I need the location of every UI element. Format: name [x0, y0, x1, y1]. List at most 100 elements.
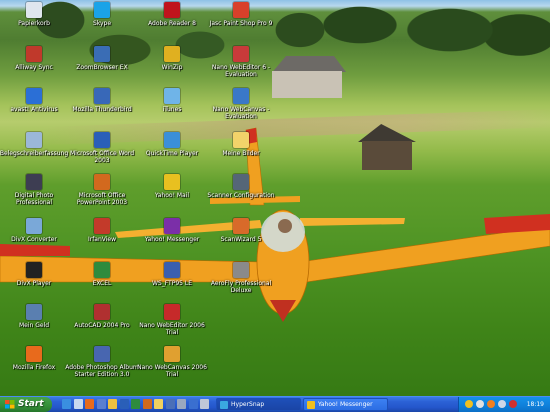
desktop-icon-nano-webcanvas-eval[interactable]: Nano WebCanvas - Evaluation [203, 88, 279, 120]
desktop-icon-label: Meine Bilder [222, 150, 260, 157]
ftp-icon [164, 262, 180, 278]
yahoo-messenger-icon [307, 401, 315, 409]
yahoo-messenger-icon [164, 218, 180, 234]
money-icon [26, 304, 42, 320]
desktop-icon-label: avast! Antivirus [10, 106, 58, 113]
yahoo-mail-icon [164, 174, 180, 190]
autocad-icon [94, 304, 110, 320]
folder-icon [233, 132, 249, 148]
desktop-icon-label: Mozilla Thunderbird [72, 106, 132, 113]
volume-tray-icon[interactable] [498, 400, 506, 408]
desktop-icon-excel[interactable]: EXCEL [64, 262, 140, 287]
desktop-icon-irfanview[interactable]: IrfanView [64, 218, 140, 243]
desktop-icon-label: Mozilla Firefox [12, 364, 56, 371]
desktop-icon-label: Adobe Photoshop Album Starter Edition 3.… [65, 364, 139, 378]
thunderbird-icon[interactable] [96, 399, 106, 409]
desktop-icon-firefox[interactable]: Mozilla Firefox [0, 346, 72, 371]
taskbar-button-yahoo-messenger[interactable]: Yahoo! Messenger [303, 398, 388, 411]
outlook-icon[interactable] [108, 399, 117, 409]
media-icon[interactable] [165, 399, 175, 409]
desktop-icon-label: Microsoft Office PowerPoint 2003 [76, 192, 128, 206]
excel-icon [94, 262, 110, 278]
desktop-icon-label: Nano WebCanvas 2006 Trial [137, 364, 207, 378]
firefox-icon [26, 346, 42, 362]
desktop-icon-quicktime[interactable]: QuickTime Player [134, 132, 210, 157]
desktop-icon-label: AutoCAD 2004 Pro [74, 322, 130, 329]
help-icon[interactable] [188, 399, 198, 409]
recycle-bin-icon [26, 2, 42, 18]
desktop-icon-nano-webcanvas[interactable]: Nano WebCanvas 2006 Trial [134, 346, 210, 378]
explorer-icon[interactable] [154, 399, 163, 409]
desktop-icon-photoshop-album[interactable]: Adobe Photoshop Album Starter Edition 3.… [64, 346, 140, 378]
desktop-icon-label: Nano WebEditor 6 - Evaluation [211, 64, 271, 78]
photoshop-album-icon [94, 346, 110, 362]
taskbar: Start HyperSnapYahoo! Messenger DE 18:19 [0, 396, 550, 412]
desktop-icon-antivirus[interactable]: avast! Antivirus [0, 88, 72, 113]
desktop-icon-winzip[interactable]: WinZip [134, 46, 210, 71]
desktop-icon-label: EXCEL [92, 280, 112, 287]
desktop-icon-nano-webeditor[interactable]: Nano WebEditor 2006 Trial [134, 304, 210, 336]
word-icon[interactable] [119, 399, 129, 409]
desktop-icon-label: Digital Photo Professional [14, 192, 54, 206]
desktop-icon-aerofly[interactable]: AeroFly Professional Deluxe [203, 262, 279, 294]
desktop-icon-divx-converter[interactable]: DivX Converter [0, 218, 72, 243]
desktop-icon-label: DivX Converter [11, 236, 57, 243]
desktop-icon-label: Yahoo! Mail [154, 192, 190, 199]
clock[interactable]: 18:19 [527, 397, 544, 412]
desktop-icon-skype[interactable]: Skype [64, 2, 140, 27]
desktop-icon-paint-shop[interactable]: Jasc Paint Shop Pro 9 [203, 2, 279, 27]
desktop-icon-itunes[interactable]: iTunes [134, 88, 210, 113]
nano-webcanvas-eval-icon [233, 88, 249, 104]
desktop-icon-label: WinZip [161, 64, 183, 71]
desktop-icon-label: Skype [92, 20, 112, 27]
desktop-icon-sync[interactable]: Alliway Sync [0, 46, 72, 71]
desktop-icon-thunderbird[interactable]: Mozilla Thunderbird [64, 88, 140, 113]
desktop-icon-nano-webeditor-eval[interactable]: Nano WebEditor 6 - Evaluation [203, 46, 279, 78]
desktop-icon-zoombrowser[interactable]: ZoomBrowser EX [64, 46, 140, 71]
desktop-icon-powerpoint[interactable]: Microsoft Office PowerPoint 2003 [64, 174, 140, 206]
antivirus-tray-icon[interactable] [487, 400, 495, 408]
powerpoint-icon [94, 174, 110, 190]
desktop-icon[interactable] [73, 399, 83, 409]
network-tray-icon[interactable] [476, 400, 484, 408]
desktop-icon-camera[interactable]: Digital Photo Professional [0, 174, 72, 206]
firefox-icon[interactable] [85, 399, 94, 409]
taskbar-button-hypersnap[interactable]: HyperSnap [216, 398, 301, 411]
desktop-icon-label: iTunes [162, 106, 182, 113]
desktop-icon-autocad[interactable]: AutoCAD 2004 Pro [64, 304, 140, 329]
windows-flag-icon [5, 400, 15, 409]
word-icon [94, 132, 110, 148]
desktop-icon-recycle-bin[interactable]: Papierkorb [0, 2, 72, 27]
divx-converter-icon [26, 218, 42, 234]
desktop-icon-folder[interactable]: Meine Bilder [203, 132, 279, 157]
security-tray-icon[interactable] [509, 400, 517, 408]
document-icon [26, 132, 42, 148]
settings-icon[interactable] [200, 399, 209, 409]
desktop-icon-label: Mein Geld [18, 322, 50, 329]
skype-icon [94, 2, 110, 18]
desktop-icon-label: IrfanView [87, 236, 117, 243]
desktop-icon-money[interactable]: Mein Geld [0, 304, 72, 329]
yahoo-tray-icon[interactable] [465, 400, 473, 408]
calculator-icon[interactable] [177, 399, 186, 409]
antivirus-icon [26, 88, 42, 104]
excel-icon[interactable] [131, 399, 140, 409]
aerofly-icon [233, 262, 249, 278]
desktop-icon-word[interactable]: Microsoft Office Word 2003 [64, 132, 140, 164]
powerpoint-icon[interactable] [142, 399, 152, 409]
desktop-icon-adobe-reader[interactable]: Adobe Reader 8 [134, 2, 210, 27]
desktop-icon-divx-player[interactable]: DivX Player [0, 262, 72, 287]
winzip-icon [164, 46, 180, 62]
desktop-icon-document[interactable]: Belegschreiberfassung [0, 132, 72, 157]
desktop-icon-label: Microsoft Office Word 2003 [69, 150, 135, 164]
desktop-icon-label: DivX Player [16, 280, 52, 287]
nano-webeditor-icon [164, 304, 180, 320]
adobe-reader-icon [164, 2, 180, 18]
internet-explorer-icon[interactable] [62, 399, 71, 409]
desktop-icon-scanwizard[interactable]: ScanWizard 5 [203, 218, 279, 243]
desktop-icon-ftp[interactable]: WS_FTP95 LE [134, 262, 210, 287]
start-button[interactable]: Start [0, 397, 52, 412]
desktop-icon-scanner[interactable]: Scanner Configuration [203, 174, 279, 199]
desktop-icon-yahoo-messenger[interactable]: Yahoo! Messenger [134, 218, 210, 243]
desktop-icon-yahoo-mail[interactable]: Yahoo! Mail [134, 174, 210, 199]
